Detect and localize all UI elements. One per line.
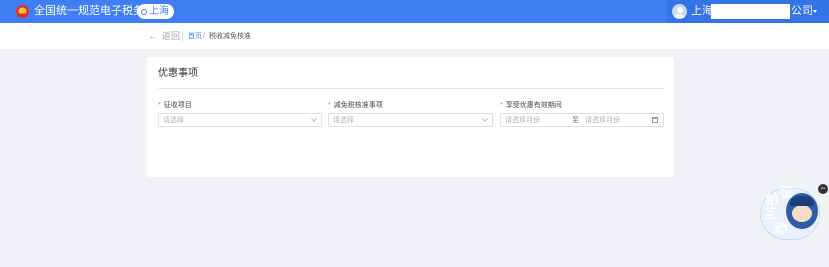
interaction-widget[interactable]: 征 纳 互 动 − [760,182,829,240]
required-mark: * [158,102,161,109]
valid-period-range[interactable]: 请选择月份 至 请选择月份 [500,113,664,127]
required-mark: * [328,102,331,109]
national-emblem-icon [16,5,29,18]
user-company: 公司 [791,5,813,17]
collection-item-label: * 征收项目 [158,102,192,109]
region-switch[interactable]: 上海 [137,4,174,19]
close-icon[interactable]: − [818,184,828,194]
region-label: 上海 [149,5,169,17]
avatar [672,4,687,19]
location-pin-icon [141,8,147,15]
chevron-down-icon [311,116,317,122]
valid-period-label: * 享受优惠有效期间 [500,102,562,109]
breadcrumb-current: 税收减免核准 [209,33,251,40]
select-placeholder: 请选择 [333,117,354,124]
card-title: 优惠事项 [158,68,198,79]
breadcrumb-home[interactable]: 首页 [188,32,202,41]
top-bar: 全国统一规范电子税务局 上海 上海 公司 [0,0,829,23]
widget-char-dong: 动 [774,221,788,236]
caret-down-icon [813,10,817,13]
start-month-input[interactable]: 请选择月份 [505,116,540,125]
arrow-left-icon: ← [148,31,158,42]
breadcrumb-separator: / [203,33,205,40]
breadcrumb-bar: ← 返回 首页 / 税收减免核准 [0,23,829,49]
exemption-item-select[interactable]: 请选择 [328,113,493,127]
range-separator: 至 [572,117,579,124]
user-name-redacted [711,4,790,19]
divider [158,88,663,89]
collection-item-select[interactable]: 请选择 [158,113,322,127]
user-menu[interactable]: 上海 公司 [667,0,829,23]
back-label: 返回 [162,31,181,41]
widget-char-hu: 互 [764,206,778,221]
calendar-icon [652,117,658,123]
divider [182,31,183,42]
user-city: 上海 [691,5,713,17]
exemption-item-label: * 减免税核准事项 [328,102,383,109]
mascot-character-icon [786,193,818,229]
required-mark: * [500,102,503,109]
widget-char-na: 纳 [766,192,780,207]
chevron-down-icon [482,116,488,122]
back-button[interactable]: ← 返回 [148,31,180,42]
select-placeholder: 请选择 [163,117,184,124]
end-month-input[interactable]: 请选择月份 [585,116,620,125]
